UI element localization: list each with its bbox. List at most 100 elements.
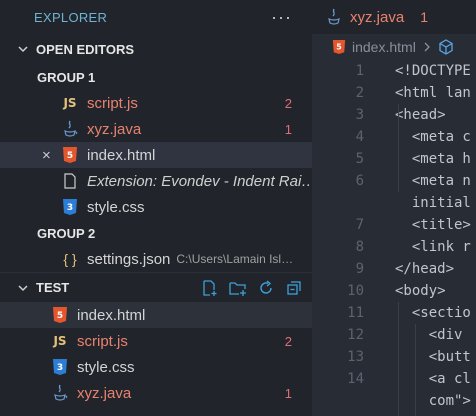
file-label: index.html: [77, 306, 146, 324]
code-line[interactable]: 3 <head>: [312, 104, 476, 126]
code-area[interactable]: 1 <!DOCTYPE 2 <html lan 3 <head> 4 <meta c5 <m…: [312, 60, 476, 416]
open-editor-label: script.js: [87, 94, 138, 112]
code-text: <a cl: [395, 371, 471, 387]
open-editor-index-html[interactable]: × 5 index.html: [0, 142, 312, 168]
file-icon: [60, 171, 80, 191]
indent-guide: [398, 104, 399, 192]
json-icon: { }: [63, 251, 77, 267]
error-count-badge: 1: [284, 385, 292, 401]
line-number: 2: [355, 85, 364, 101]
code-line[interactable]: com">: [312, 390, 476, 412]
code-line[interactable]: 4 <meta c: [312, 126, 476, 148]
error-count-badge: 1: [284, 121, 292, 137]
open-editor-label: Extension: Evondev - Indent Rai…: [87, 172, 312, 190]
code-text: <html lan: [395, 85, 471, 101]
explorer-sidebar: EXPLORER ··· OPEN EDITORS GROUP 1 JS scr…: [0, 0, 312, 416]
java-icon: [326, 8, 342, 26]
code-line[interactable]: 2 <html lan: [312, 82, 476, 104]
open-editor-label: index.html: [87, 146, 156, 164]
file-label: script.js: [77, 332, 128, 350]
code-text: <!DOCTYPE: [395, 63, 471, 79]
breadcrumb-file[interactable]: index.html: [352, 39, 416, 55]
file-xyz-java[interactable]: xyz.java 1: [0, 380, 312, 406]
code-line[interactable]: 12 <div: [312, 324, 476, 346]
svg-text:5: 5: [67, 151, 73, 161]
java-icon: [50, 383, 70, 403]
group-1-label: GROUP 1: [37, 69, 96, 85]
code-line[interactable]: 14 <a cl: [312, 368, 476, 390]
code-text: <sectio: [395, 305, 471, 321]
open-editor-label: style.css: [87, 198, 145, 216]
open-editor-label: settings.json: [87, 250, 171, 268]
code-line[interactable]: initial: [312, 192, 476, 214]
open-editor-script-js[interactable]: JS script.js 2: [0, 90, 312, 116]
more-actions-icon[interactable]: ···: [271, 8, 292, 26]
line-number: 11: [347, 305, 364, 321]
line-number: 14: [347, 371, 364, 387]
code-text: <meta c: [395, 129, 471, 145]
refresh-icon[interactable]: [256, 278, 276, 298]
code-text: <div: [395, 327, 463, 343]
svg-text:3: 3: [67, 203, 73, 213]
new-file-icon[interactable]: [200, 278, 220, 298]
code-text: <meta h: [395, 151, 471, 167]
html-icon: 5: [332, 39, 346, 55]
code-text: <body>: [395, 283, 446, 299]
java-icon: [60, 119, 80, 139]
code-line[interactable]: 10 <body>: [312, 280, 476, 302]
line-number: 4: [355, 129, 364, 145]
test-folder-header[interactable]: TEST: [0, 272, 312, 302]
error-count-badge: 2: [284, 333, 292, 349]
js-icon: JS: [53, 334, 67, 348]
editor-pane: xyz.java 1 5 index.html 1 <!DOCTYPE 2 <html…: [312, 0, 476, 416]
file-script-js[interactable]: JS script.js 2: [0, 328, 312, 354]
tab-error-badge: 1: [420, 9, 428, 25]
line-number: 7: [355, 217, 364, 233]
line-number: 9: [355, 261, 364, 277]
editor-tab-bar: xyz.java 1: [312, 0, 476, 34]
collapse-all-icon[interactable]: [284, 278, 304, 298]
open-editor-extension[interactable]: Extension: Evondev - Indent Rai…: [0, 168, 312, 194]
symbol-icon: [438, 39, 454, 55]
code-text: <head>: [395, 107, 446, 123]
file-style-css[interactable]: 3 style.css: [0, 354, 312, 380]
svg-text:5: 5: [57, 311, 63, 321]
svg-text:5: 5: [336, 43, 341, 52]
code-text: <butt: [395, 349, 471, 365]
line-number: 1: [355, 63, 364, 79]
chevron-down-icon: [14, 282, 32, 294]
close-icon[interactable]: ×: [42, 147, 51, 164]
tab-label: xyz.java: [350, 8, 405, 26]
open-editors-header[interactable]: OPEN EDITORS: [0, 34, 312, 64]
open-editor-style-css[interactable]: 3 style.css: [0, 194, 312, 220]
code-text: com">: [395, 393, 471, 409]
code-line[interactable]: 11 <sectio: [312, 302, 476, 324]
js-icon: JS: [63, 96, 77, 110]
file-index-html[interactable]: 5 index.html: [0, 302, 312, 328]
open-editor-xyz-java[interactable]: xyz.java 1: [0, 116, 312, 142]
code-line[interactable]: 9 </head>: [312, 258, 476, 280]
code-line[interactable]: 1 <!DOCTYPE: [312, 60, 476, 82]
code-line[interactable]: 8 <link r: [312, 236, 476, 258]
open-editor-settings-json[interactable]: { } settings.json C:\Users\Lamain Isl…: [0, 246, 312, 272]
code-text: <title>: [395, 217, 471, 233]
new-folder-icon[interactable]: [228, 278, 248, 298]
line-number: 12: [347, 327, 364, 343]
open-editor-label: xyz.java: [87, 120, 142, 138]
code-line[interactable]: 13 <butt: [312, 346, 476, 368]
explorer-toolbar: [200, 273, 304, 303]
line-number: 5: [355, 151, 364, 167]
code-line[interactable]: 5 <meta h: [312, 148, 476, 170]
code-line[interactable]: 7 <title>: [312, 214, 476, 236]
tab-xyz-java[interactable]: xyz.java 1: [312, 0, 428, 34]
indent-guide: [398, 302, 399, 416]
line-number: 3: [355, 107, 364, 123]
line-number: 13: [347, 349, 364, 365]
css-icon: 3: [60, 197, 80, 217]
group-2-label: GROUP 2: [37, 225, 96, 241]
line-number: 8: [355, 239, 364, 255]
chevron-down-icon: [14, 43, 32, 55]
file-label: style.css: [77, 358, 135, 376]
indent-guide: [415, 324, 416, 416]
code-line[interactable]: 6 <meta n: [312, 170, 476, 192]
